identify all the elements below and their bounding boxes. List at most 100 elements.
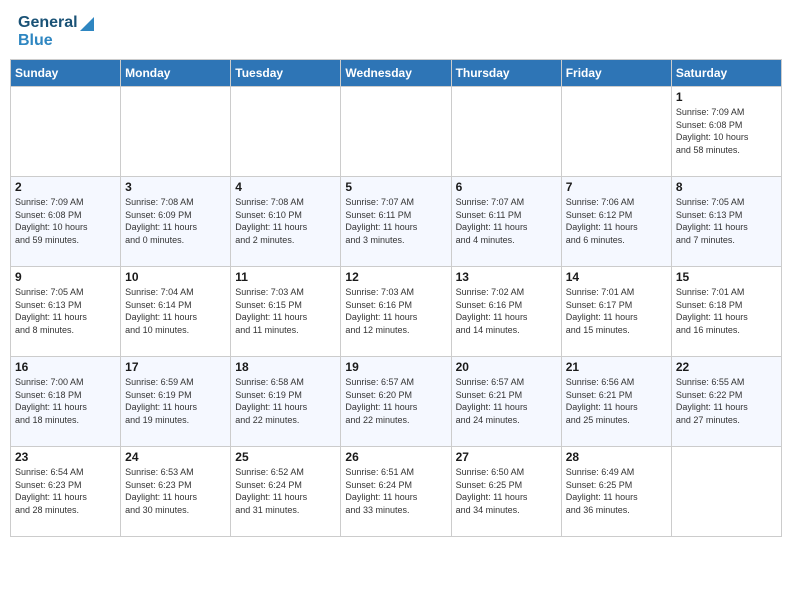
day-info: Sunrise: 7:09 AM Sunset: 6:08 PM Dayligh…: [676, 106, 777, 156]
calendar-cell: [11, 87, 121, 177]
calendar-cell: 1 Sunrise: 7:09 AM Sunset: 6:08 PM Daylig…: [671, 87, 781, 177]
logo: GeneralBlue: [18, 14, 92, 49]
calendar-cell: 12 Sunrise: 7:03 AM Sunset: 6:16 PM Dayli…: [341, 267, 451, 357]
calendar-cell: 4 Sunrise: 7:08 AM Sunset: 6:10 PM Daylig…: [231, 177, 341, 267]
day-number: 4: [235, 180, 336, 194]
day-number: 23: [15, 450, 116, 464]
calendar-cell: 7 Sunrise: 7:06 AM Sunset: 6:12 PM Daylig…: [561, 177, 671, 267]
weekday-header-wednesday: Wednesday: [341, 60, 451, 87]
week-row-2: 9 Sunrise: 7:05 AM Sunset: 6:13 PM Daylig…: [11, 267, 782, 357]
calendar-cell: [231, 87, 341, 177]
day-number: 15: [676, 270, 777, 284]
day-info: Sunrise: 7:05 AM Sunset: 6:13 PM Dayligh…: [676, 196, 777, 246]
calendar-cell: 9 Sunrise: 7:05 AM Sunset: 6:13 PM Daylig…: [11, 267, 121, 357]
day-number: 20: [456, 360, 557, 374]
weekday-header-sunday: Sunday: [11, 60, 121, 87]
day-number: 8: [676, 180, 777, 194]
weekday-header-saturday: Saturday: [671, 60, 781, 87]
calendar-cell: 5 Sunrise: 7:07 AM Sunset: 6:11 PM Daylig…: [341, 177, 451, 267]
day-info: Sunrise: 6:56 AM Sunset: 6:21 PM Dayligh…: [566, 376, 667, 426]
calendar-cell: 22Sunrise: 6:55 AM Sunset: 6:22 PM Dayli…: [671, 357, 781, 447]
day-info: Sunrise: 6:58 AM Sunset: 6:19 PM Dayligh…: [235, 376, 336, 426]
calendar-cell: 27 Sunrise: 6:50 AM Sunset: 6:25 PM Dayli…: [451, 447, 561, 537]
weekday-header-thursday: Thursday: [451, 60, 561, 87]
day-number: 27: [456, 450, 557, 464]
day-info: Sunrise: 7:07 AM Sunset: 6:11 PM Dayligh…: [456, 196, 557, 246]
day-info: Sunrise: 7:04 AM Sunset: 6:14 PM Dayligh…: [125, 286, 226, 336]
day-number: 25: [235, 450, 336, 464]
day-number: 3: [125, 180, 226, 194]
day-number: 26: [345, 450, 446, 464]
day-info: Sunrise: 7:08 AM Sunset: 6:09 PM Dayligh…: [125, 196, 226, 246]
day-number: 28: [566, 450, 667, 464]
calendar-cell: 18 Sunrise: 6:58 AM Sunset: 6:19 PM Dayli…: [231, 357, 341, 447]
day-number: 19: [345, 360, 446, 374]
calendar-cell: 8 Sunrise: 7:05 AM Sunset: 6:13 PM Daylig…: [671, 177, 781, 267]
day-info: Sunrise: 6:50 AM Sunset: 6:25 PM Dayligh…: [456, 466, 557, 516]
calendar-cell: 23 Sunrise: 6:54 AM Sunset: 6:23 PM Dayli…: [11, 447, 121, 537]
day-number: 5: [345, 180, 446, 194]
weekday-header-monday: Monday: [121, 60, 231, 87]
calendar-cell: 24 Sunrise: 6:53 AM Sunset: 6:23 PM Dayli…: [121, 447, 231, 537]
day-info: Sunrise: 6:53 AM Sunset: 6:23 PM Dayligh…: [125, 466, 226, 516]
day-info: Sunrise: 6:57 AM Sunset: 6:21 PM Dayligh…: [456, 376, 557, 426]
calendar-cell: 16 Sunrise: 7:00 AM Sunset: 6:18 PM Dayli…: [11, 357, 121, 447]
week-row-3: 16 Sunrise: 7:00 AM Sunset: 6:18 PM Dayli…: [11, 357, 782, 447]
day-number: 7: [566, 180, 667, 194]
calendar-cell: 2Sunrise: 7:09 AM Sunset: 6:08 PM Daylig…: [11, 177, 121, 267]
calendar-cell: 21Sunrise: 6:56 AM Sunset: 6:21 PM Dayli…: [561, 357, 671, 447]
day-info: Sunrise: 7:02 AM Sunset: 6:16 PM Dayligh…: [456, 286, 557, 336]
day-number: 13: [456, 270, 557, 284]
day-number: 10: [125, 270, 226, 284]
day-info: Sunrise: 6:52 AM Sunset: 6:24 PM Dayligh…: [235, 466, 336, 516]
calendar-cell: 25 Sunrise: 6:52 AM Sunset: 6:24 PM Dayli…: [231, 447, 341, 537]
day-info: Sunrise: 6:54 AM Sunset: 6:23 PM Dayligh…: [15, 466, 116, 516]
day-info: Sunrise: 7:09 AM Sunset: 6:08 PM Dayligh…: [15, 196, 116, 246]
calendar-cell: [341, 87, 451, 177]
page-header: GeneralBlue: [10, 10, 782, 53]
day-number: 22: [676, 360, 777, 374]
calendar-cell: 11 Sunrise: 7:03 AM Sunset: 6:15 PM Dayli…: [231, 267, 341, 357]
day-number: 9: [15, 270, 116, 284]
day-info: Sunrise: 7:03 AM Sunset: 6:15 PM Dayligh…: [235, 286, 336, 336]
calendar-cell: 19 Sunrise: 6:57 AM Sunset: 6:20 PM Dayli…: [341, 357, 451, 447]
calendar-cell: [561, 87, 671, 177]
day-info: Sunrise: 7:01 AM Sunset: 6:18 PM Dayligh…: [676, 286, 777, 336]
day-number: 18: [235, 360, 336, 374]
day-info: Sunrise: 6:49 AM Sunset: 6:25 PM Dayligh…: [566, 466, 667, 516]
weekday-header-friday: Friday: [561, 60, 671, 87]
day-info: Sunrise: 7:03 AM Sunset: 6:16 PM Dayligh…: [345, 286, 446, 336]
logo-general: General: [18, 14, 78, 32]
day-number: 6: [456, 180, 557, 194]
day-number: 17: [125, 360, 226, 374]
day-info: Sunrise: 7:00 AM Sunset: 6:18 PM Dayligh…: [15, 376, 116, 426]
week-row-0: 1 Sunrise: 7:09 AM Sunset: 6:08 PM Daylig…: [11, 87, 782, 177]
calendar-cell: 28 Sunrise: 6:49 AM Sunset: 6:25 PM Dayli…: [561, 447, 671, 537]
day-number: 16: [15, 360, 116, 374]
day-number: 11: [235, 270, 336, 284]
calendar-cell: 20 Sunrise: 6:57 AM Sunset: 6:21 PM Dayli…: [451, 357, 561, 447]
day-info: Sunrise: 7:08 AM Sunset: 6:10 PM Dayligh…: [235, 196, 336, 246]
calendar-cell: [671, 447, 781, 537]
logo-blue: Blue: [18, 32, 78, 50]
day-info: Sunrise: 7:07 AM Sunset: 6:11 PM Dayligh…: [345, 196, 446, 246]
week-row-4: 23 Sunrise: 6:54 AM Sunset: 6:23 PM Dayli…: [11, 447, 782, 537]
day-number: 14: [566, 270, 667, 284]
calendar-cell: 13 Sunrise: 7:02 AM Sunset: 6:16 PM Dayli…: [451, 267, 561, 357]
calendar-cell: [121, 87, 231, 177]
day-info: Sunrise: 6:57 AM Sunset: 6:20 PM Dayligh…: [345, 376, 446, 426]
day-info: Sunrise: 7:01 AM Sunset: 6:17 PM Dayligh…: [566, 286, 667, 336]
week-row-1: 2Sunrise: 7:09 AM Sunset: 6:08 PM Daylig…: [11, 177, 782, 267]
calendar-cell: 15 Sunrise: 7:01 AM Sunset: 6:18 PM Dayli…: [671, 267, 781, 357]
weekday-header-tuesday: Tuesday: [231, 60, 341, 87]
day-info: Sunrise: 7:06 AM Sunset: 6:12 PM Dayligh…: [566, 196, 667, 246]
calendar-table: SundayMondayTuesdayWednesdayThursdayFrid…: [10, 59, 782, 537]
calendar-cell: [451, 87, 561, 177]
day-number: 1: [676, 90, 777, 104]
day-number: 12: [345, 270, 446, 284]
calendar-cell: 10 Sunrise: 7:04 AM Sunset: 6:14 PM Dayli…: [121, 267, 231, 357]
day-info: Sunrise: 7:05 AM Sunset: 6:13 PM Dayligh…: [15, 286, 116, 336]
calendar-cell: 17Sunrise: 6:59 AM Sunset: 6:19 PM Dayli…: [121, 357, 231, 447]
calendar-cell: 14 Sunrise: 7:01 AM Sunset: 6:17 PM Dayli…: [561, 267, 671, 357]
day-number: 24: [125, 450, 226, 464]
